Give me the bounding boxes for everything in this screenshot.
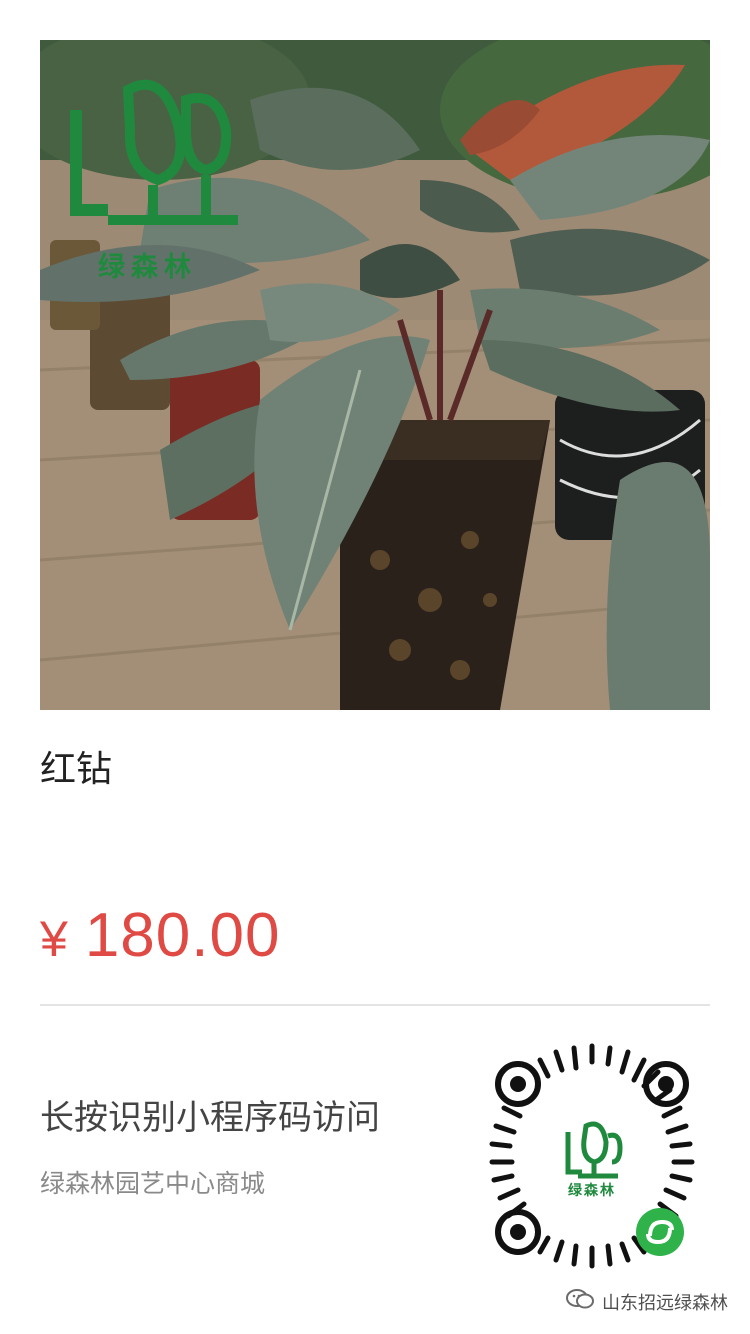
product-photo: 绿森林: [40, 40, 710, 710]
price-value: 180.00: [84, 901, 281, 970]
account-watermark: 山东招远绿森林: [566, 1288, 728, 1315]
brand-logo: 绿森林: [68, 70, 248, 300]
product-share-poster: 绿森林 红钻 ¥180.00 长按识别小程序码访问 绿森林园艺中心商城 绿森林 …: [0, 0, 750, 1334]
miniprogram-hint: 长按识别小程序码访问: [40, 1098, 380, 1138]
miniprogram-code-brand-text: 绿森林: [568, 1183, 616, 1199]
brand-logo-text: 绿森林: [98, 252, 197, 283]
product-name: 红钻: [40, 749, 113, 790]
divider: [40, 1004, 710, 1006]
price-currency-symbol: ¥: [40, 911, 69, 967]
wechat-icon: [566, 1288, 594, 1315]
miniprogram-code[interactable]: 绿森林: [474, 1040, 710, 1276]
product-price: ¥180.00: [40, 900, 280, 971]
shop-name: 绿森林园艺中心商城: [40, 1169, 266, 1198]
watermark-text: 山东招远绿森林: [602, 1292, 728, 1314]
